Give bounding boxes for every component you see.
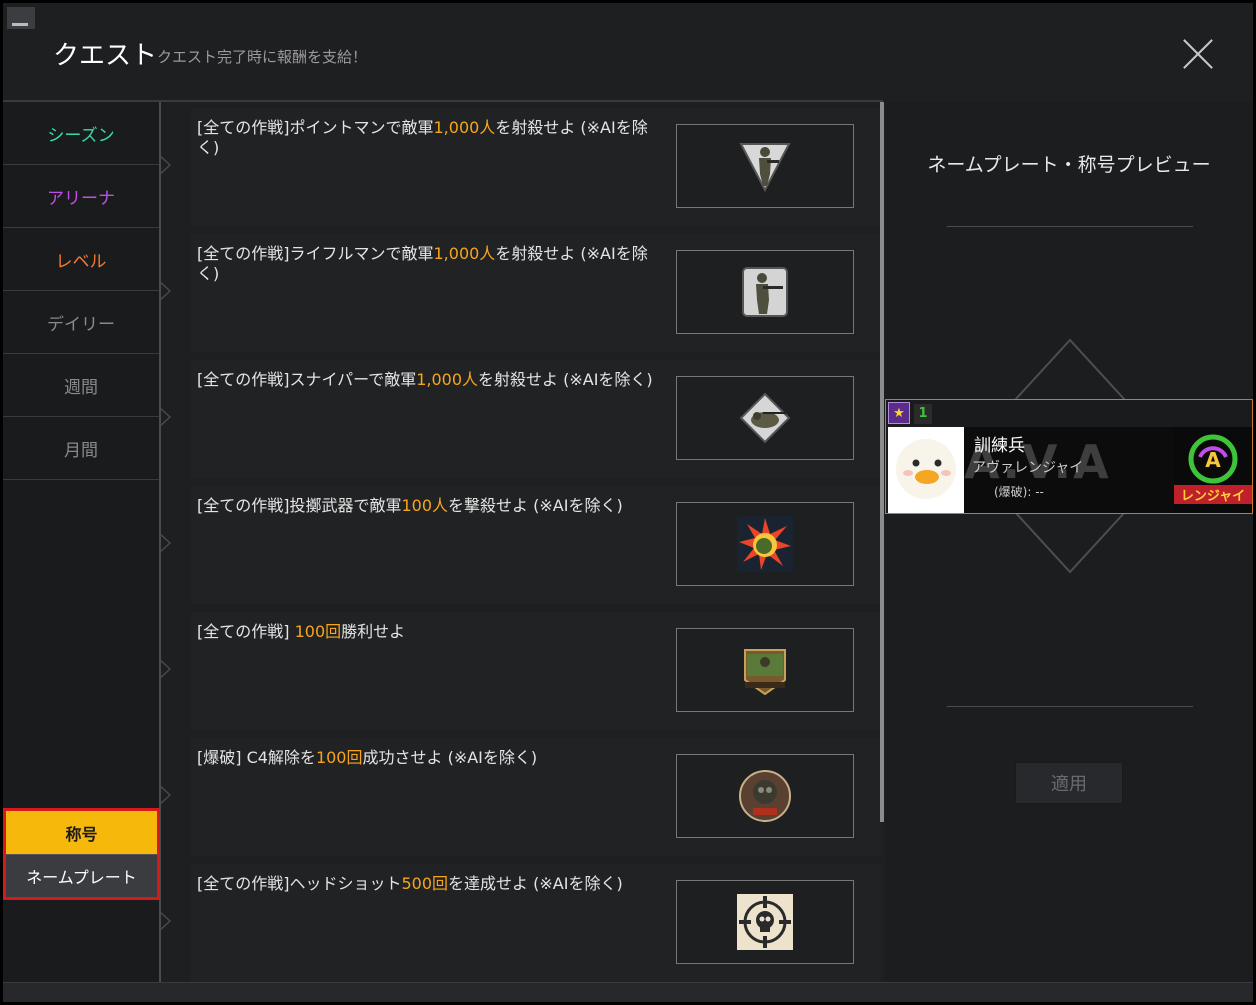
emblem-text: レンジャイ [1174,485,1252,504]
sidebar-item-monthly[interactable]: 月間 [3,417,159,480]
sidebar-item-arena[interactable]: アリーナ [3,165,159,228]
sidebar-item-label: シーズン [47,125,115,146]
list-item[interactable]: [全ての作戦]ポイントマンで敵軍1,000人を射殺せよ (※AIを除く) [161,102,881,228]
quest-description: [全ての作戦]ポイントマンで敵軍1,000人を射殺せよ (※AIを除く) [197,118,648,157]
sidebar-item-label: レベル [55,251,107,272]
sidebar-item-label: 月間 [64,440,98,461]
rank-star-icon: ★ [888,402,910,424]
player-name: 訓練兵 [974,436,1025,456]
quest-description: [全ての作戦] 100回勝利せよ [197,622,406,641]
sniper-badge-icon [739,392,791,444]
quest-reward-box [676,376,854,460]
list-item[interactable]: [爆破] C4解除を100回成功させよ (※AIを除く) [161,732,881,858]
chevron-right-icon [161,406,173,428]
player-record: (爆破): -- [994,485,1044,499]
duck-avatar-icon [896,439,956,499]
quest-reward-box [676,754,854,838]
quest-description: [爆破] C4解除を100回成功させよ (※AIを除く) [197,748,538,767]
chevron-right-icon [161,910,173,932]
sidebar-item-level[interactable]: レベル [3,228,159,291]
svg-text:A: A [1205,448,1221,472]
quest-description: [全ての作戦]スナイパーで敵軍1,000人を射殺せよ (※AIを除く) [197,370,653,389]
grenade-explosion-icon [737,516,793,572]
quest-reward-box [676,880,854,964]
page-title: クエスト [53,41,158,71]
sidebar-item-label: 週間 [64,377,98,398]
sidebar-item-season[interactable]: シーズン [3,102,159,165]
page-subtitle: クエスト完了時に報酬を支給！ [157,48,368,66]
divider [947,706,1193,707]
minimize-button[interactable] [7,7,35,29]
player-level: 1 [914,404,932,424]
ranger-emblem-icon: A レンジャイ [1174,427,1252,513]
sidebar-item-weekly[interactable]: 週間 [3,354,159,417]
chevron-right-icon [161,154,173,176]
list-item[interactable]: [全ての作戦]ライフルマンで敵軍1,000人を射殺せよ (※AIを除く) [161,228,881,354]
tab-title[interactable]: 称号 [6,811,157,854]
skull-crosshair-icon [737,894,793,950]
sidebar-item-daily[interactable]: デイリー [3,291,159,354]
sidebar-item-label: アリーナ [47,188,115,209]
tab-nameplate[interactable]: ネームプレート [6,854,157,897]
chevron-right-icon [161,658,173,680]
divider [947,226,1193,227]
player-title: アヴァレンジャイ [972,460,1084,476]
bottom-bar [3,982,1253,1002]
quest-reward-box [676,628,854,712]
list-item[interactable]: [全ての作戦]スナイパーで敵軍1,000人を射殺せよ (※AIを除く) [161,354,881,480]
nameplate-banner: A.V.A 訓練兵 アヴァレンジャイ (爆破): -- [964,427,1174,513]
preview-panel: ネームプレート・称号プレビュー 適用 [885,102,1253,982]
quest-reward-box [676,502,854,586]
list-item[interactable]: [全ての作戦]投擲武器で敵軍100人を撃殺せよ (※AIを除く) [161,480,881,606]
chevron-right-icon [161,784,173,806]
apply-button[interactable]: 適用 [1015,762,1123,804]
title-nameplate-toggle: 称号 ネームプレート [3,808,160,900]
sidebar-item-label: デイリー [47,314,115,335]
pointman-badge-icon [739,143,791,193]
list-item[interactable]: [全ての作戦] 100回勝利せよ [161,606,881,732]
rifleman-badge-icon [742,267,788,317]
quest-list: [全ての作戦]ポイントマンで敵軍1,000人を射殺せよ (※AIを除く) [全て… [161,102,881,982]
chevron-right-icon [161,280,173,302]
nameplate-preview: ★ 1 A.V.A 訓練兵 アヴァレンジャイ (爆破): -- A レンジャイ [885,399,1253,514]
quest-reward-box [676,124,854,208]
close-icon[interactable] [1183,39,1213,69]
chevron-right-icon [161,532,173,554]
quest-description: [全ての作戦]ヘッドショット500回を達成せよ (※AIを除く) [197,874,623,893]
victory-badge-icon [744,649,786,696]
quest-description: [全ての作戦]投擲武器で敵軍100人を撃殺せよ (※AIを除く) [197,496,623,515]
quest-description: [全ての作戦]ライフルマンで敵軍1,000人を射殺せよ (※AIを除く) [197,244,648,283]
preview-title: ネームプレート・称号プレビュー [927,154,1211,176]
quest-reward-box [676,250,854,334]
quest-list-scrollbar[interactable] [880,102,884,822]
eod-badge-icon [739,770,791,822]
list-item[interactable]: [全ての作戦]ヘッドショット500回を達成せよ (※AIを除く) [161,858,881,982]
